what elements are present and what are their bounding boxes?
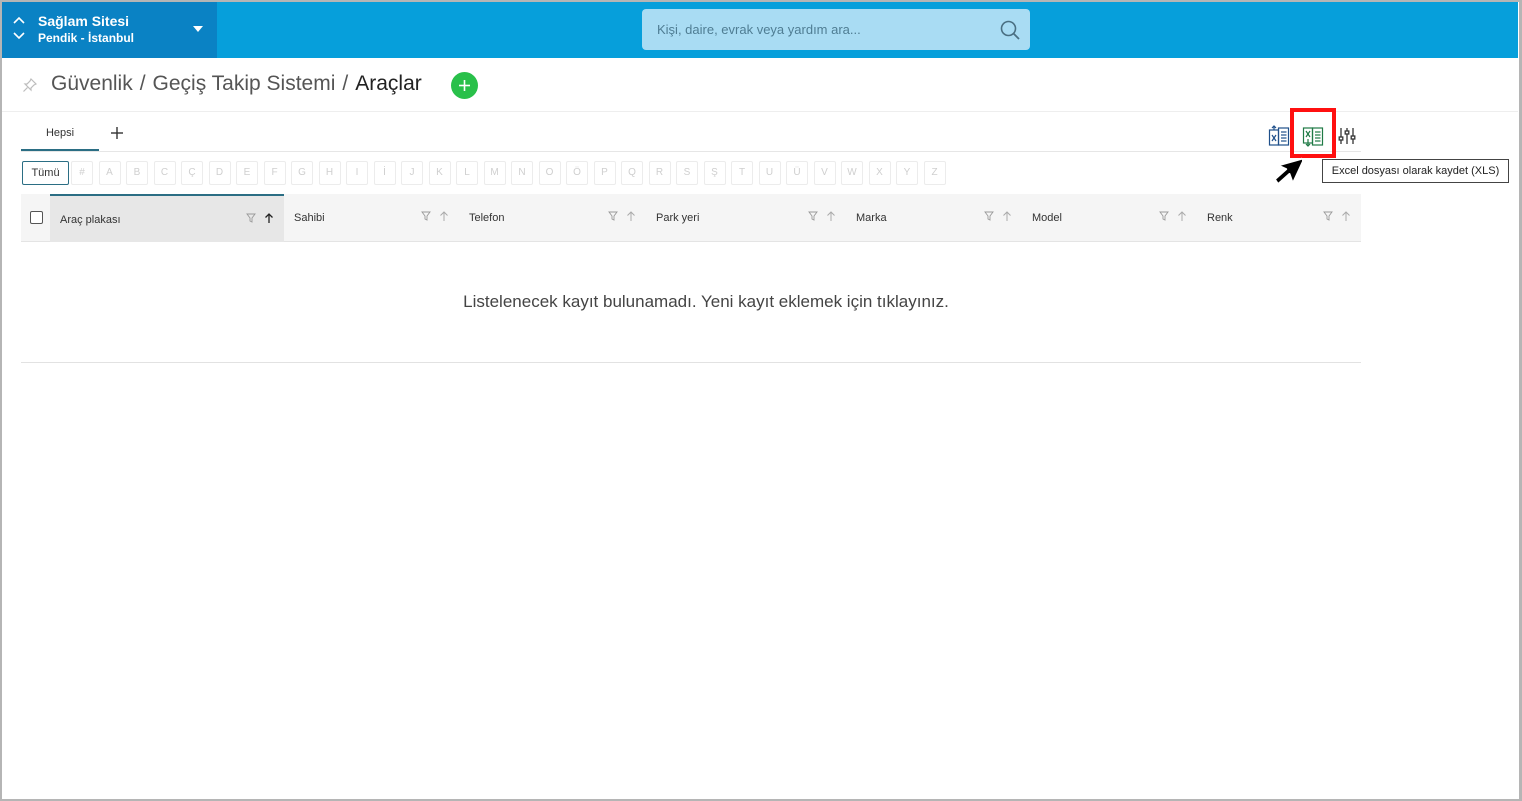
plus-icon [459, 80, 470, 91]
column-label: Park yeri [656, 212, 700, 224]
letter-filter-item[interactable]: T [731, 161, 753, 185]
letter-filter-item[interactable]: İ [373, 161, 396, 185]
letter-filter-item[interactable]: Ü [786, 161, 808, 185]
sort-icon[interactable] [826, 211, 836, 222]
letter-filter-item[interactable]: Z [923, 161, 946, 185]
letter-filter-item[interactable]: A [98, 161, 121, 185]
add-record-button[interactable] [451, 72, 478, 99]
breadcrumb-separator: / [139, 72, 146, 95]
letter-filter-item[interactable]: Ö [566, 161, 588, 185]
select-all-checkbox[interactable] [30, 211, 43, 224]
letter-filter-item[interactable]: C [153, 161, 176, 185]
filter-icon[interactable] [808, 211, 818, 221]
breadcrumb-item-guvenlik[interactable]: Güvenlik [51, 72, 133, 95]
letter-filter-item[interactable]: Q [621, 161, 643, 185]
sort-icon[interactable] [1341, 211, 1351, 222]
letter-filter-item[interactable]: G [291, 161, 313, 185]
search-box[interactable] [642, 9, 1030, 50]
letter-filter-item[interactable]: # [71, 161, 93, 185]
letter-filter-item[interactable]: Ş [703, 161, 726, 185]
column-label: Marka [856, 212, 887, 224]
column-sahibi[interactable]: Sahibi [284, 194, 459, 242]
column-label: Sahibi [294, 212, 325, 224]
letter-filter-item[interactable]: O [538, 161, 561, 185]
chevron-down-icon[interactable] [12, 28, 26, 44]
filter-icon[interactable] [1159, 211, 1169, 221]
letter-filter-item[interactable]: X [868, 161, 891, 185]
page-header: Güvenlik / Geçiş Takip Sistemi / Araçlar [2, 58, 1518, 112]
letter-filter-item[interactable]: N [511, 161, 533, 185]
filter-icon[interactable] [984, 211, 994, 221]
filter-icon[interactable] [421, 211, 431, 221]
breadcrumb: Güvenlik / Geçiş Takip Sistemi / Araçlar [51, 72, 422, 96]
column-arac-plakasi[interactable]: Araç plakası [50, 194, 284, 242]
mouse-pointer-icon [1273, 156, 1302, 186]
column-telefon[interactable]: Telefon [459, 194, 646, 242]
tab-hepsi[interactable]: Hepsi [21, 118, 99, 151]
letter-filter-item[interactable]: Y [896, 161, 918, 185]
empty-state-message[interactable]: Listelenecek kayıt bulunamadı. Yeni kayı… [21, 292, 1391, 312]
letter-filter-item[interactable]: U [758, 161, 781, 185]
letter-filter-item[interactable]: P [593, 161, 616, 185]
breadcrumb-separator: / [342, 72, 349, 95]
column-park-yeri[interactable]: Park yeri [646, 194, 846, 242]
site-switch-arrows [12, 12, 26, 44]
sort-icon[interactable] [439, 211, 449, 222]
plus-icon[interactable] [109, 125, 125, 141]
letter-filter-item[interactable]: F [263, 161, 286, 185]
column-label: Renk [1207, 212, 1233, 224]
column-label: Model [1032, 212, 1062, 224]
chevron-up-icon[interactable] [12, 12, 26, 28]
page-title: Araçlar [355, 72, 422, 95]
letter-filter-item[interactable]: M [483, 161, 506, 185]
pin-icon[interactable] [22, 77, 38, 93]
column-label: Araç plakası [60, 214, 121, 226]
letter-filter-item[interactable]: V [813, 161, 836, 185]
sort-icon[interactable] [1177, 211, 1187, 222]
letter-filter-item[interactable]: J [401, 161, 423, 185]
top-bar: Sağlam Sitesi Pendik - İstanbul [2, 2, 1518, 58]
sort-icon[interactable] [626, 211, 636, 222]
column-settings-icon[interactable] [1338, 127, 1356, 145]
letter-filter-item[interactable]: B [126, 161, 148, 185]
letter-filter-item[interactable]: S [676, 161, 698, 185]
caret-down-icon[interactable] [192, 23, 204, 35]
letter-filter-item[interactable]: R [648, 161, 671, 185]
column-marka[interactable]: Marka [846, 194, 1022, 242]
filter-icon[interactable] [608, 211, 618, 221]
table-header: Araç plakası Sahibi Telefon Park yeri Ma… [21, 194, 1361, 242]
filter-icon[interactable] [246, 213, 256, 223]
column-label: Telefon [469, 212, 505, 224]
letter-filter-item[interactable]: H [318, 161, 341, 185]
column-model[interactable]: Model [1022, 194, 1197, 242]
view-tabs: Hepsi [21, 118, 1361, 152]
breadcrumb-item-gecis-takip[interactable]: Geçiş Takip Sistemi [153, 72, 336, 95]
site-name: Sağlam Sitesi [38, 13, 130, 29]
search-input[interactable] [642, 9, 992, 50]
letter-filter-item[interactable]: I [346, 161, 368, 185]
sort-icon[interactable] [1002, 211, 1012, 222]
table-divider [21, 362, 1361, 363]
site-location: Pendik - İstanbul [38, 31, 135, 45]
letter-filter-item[interactable]: K [428, 161, 451, 185]
column-renk[interactable]: Renk [1197, 194, 1361, 242]
search-icon[interactable] [999, 19, 1021, 41]
export-tooltip: Excel dosyası olarak kaydet (XLS) [1322, 159, 1509, 183]
letter-filter-item[interactable]: W [841, 161, 863, 185]
excel-import-icon[interactable] [1268, 125, 1290, 147]
letter-filter-item[interactable]: D [208, 161, 231, 185]
letter-filter-item[interactable]: Ç [181, 161, 203, 185]
letter-filter-item[interactable]: E [236, 161, 258, 185]
sort-asc-icon[interactable] [264, 213, 274, 224]
letter-filter-all[interactable]: Tümü [22, 161, 69, 185]
letter-filter-item[interactable]: L [456, 161, 478, 185]
filter-icon[interactable] [1323, 211, 1333, 221]
site-switcher[interactable]: Sağlam Sitesi Pendik - İstanbul [2, 2, 217, 58]
